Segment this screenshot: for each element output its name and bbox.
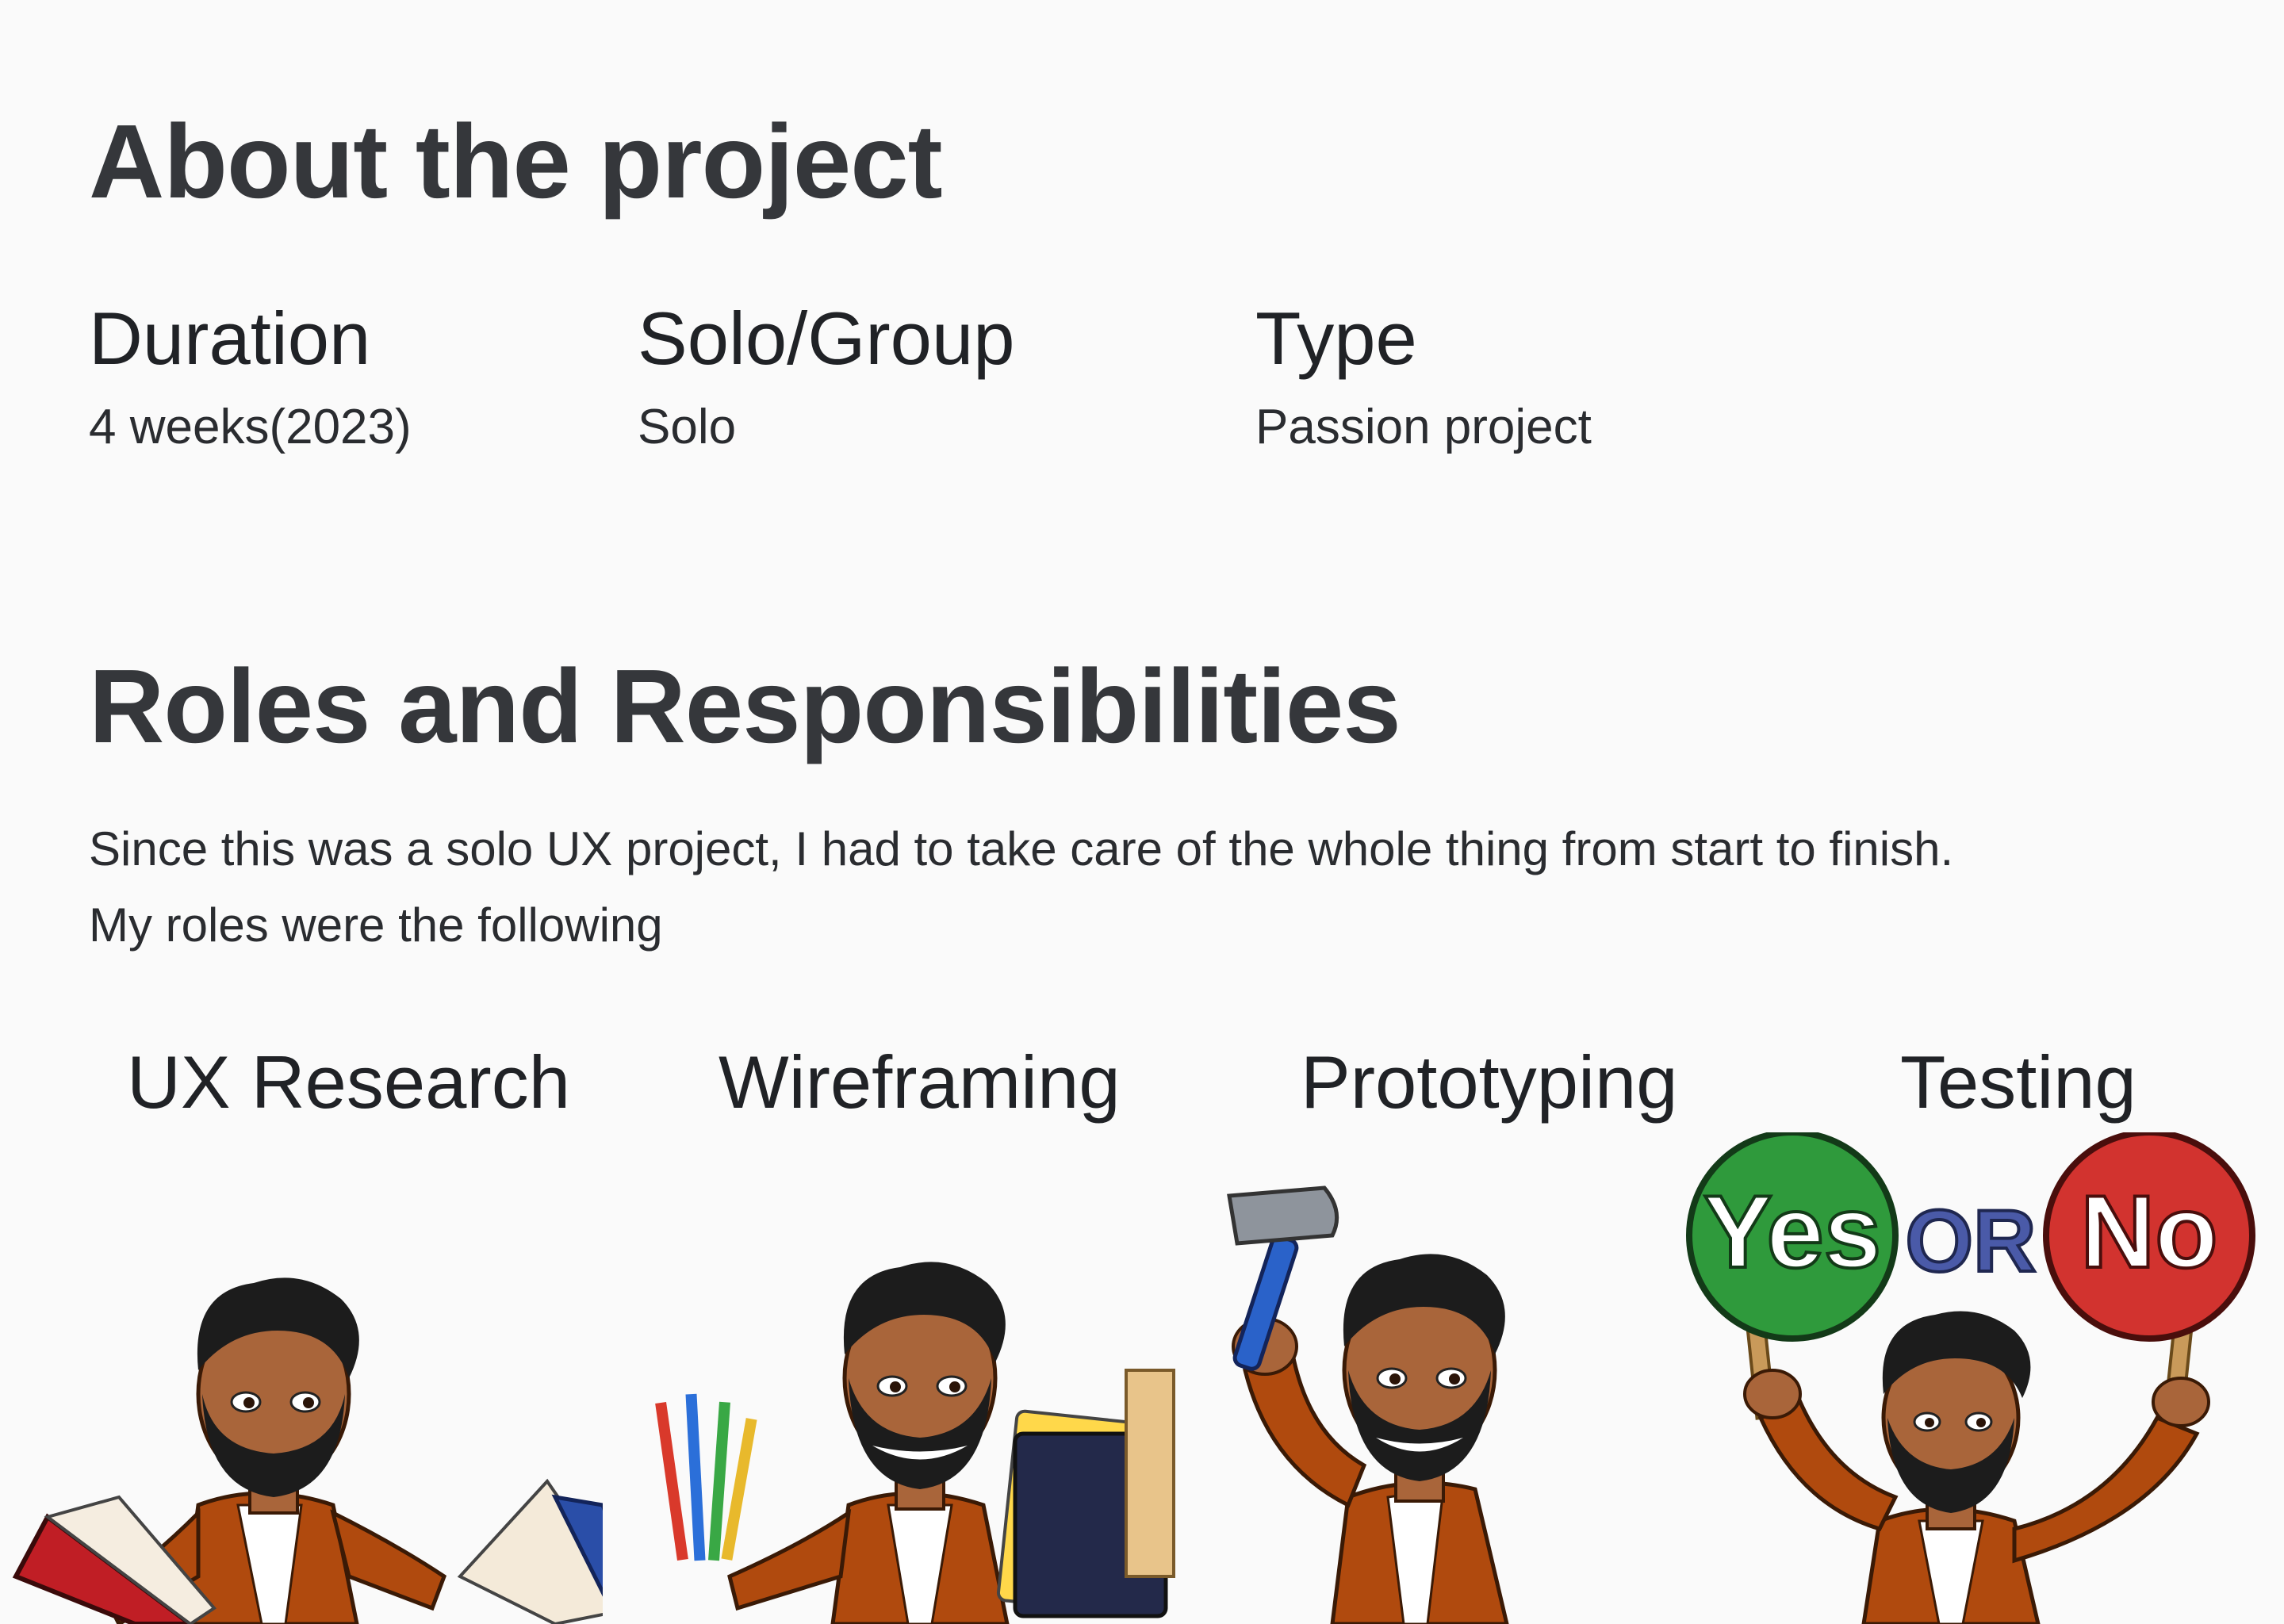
- meta-team-value: Solo: [638, 400, 737, 454]
- roles-title: Roles and Responsibilities: [89, 648, 1401, 764]
- role-testing: Testing: [1900, 1040, 2136, 1124]
- role-prototyping: Prototyping: [1301, 1040, 1678, 1124]
- roles-description-line-1: Since this was a solo UX project, I had …: [89, 822, 1954, 875]
- meta-type-value: Passion project: [1255, 400, 1592, 454]
- meta-team-label: Solo/Group: [638, 297, 1015, 380]
- no-sign-text: No: [2080, 1174, 2217, 1289]
- meta-duration-value: 4 weeks(2023): [89, 400, 412, 454]
- meta-type-label: Type: [1255, 297, 1417, 380]
- avatar-art-supplies-icon: [655, 1262, 1175, 1624]
- avatar-yes-or-no-signs-icon: Yes OR No: [1686, 1132, 2255, 1624]
- roles-description-line-2: My roles were the following: [89, 898, 663, 952]
- meta-duration: Duration 4 weeks(2023): [89, 301, 412, 452]
- role-wireframing: Wireframing: [719, 1040, 1121, 1124]
- meta-team: Solo/Group Solo: [638, 301, 1015, 452]
- avatar-reading-books-icon: [12, 1277, 603, 1624]
- about-title: About the project: [89, 103, 943, 220]
- yes-sign-text: Yes: [1703, 1174, 1881, 1289]
- page: About the project Duration 4 weeks(2023)…: [0, 0, 2284, 1624]
- role-ux-research: UX Research: [127, 1040, 570, 1124]
- roles-description: Since this was a solo UX project, I had …: [89, 811, 1953, 963]
- meta-type: Type Passion project: [1255, 301, 1592, 452]
- or-text: OR: [1906, 1193, 2037, 1290]
- meta-duration-label: Duration: [89, 297, 371, 380]
